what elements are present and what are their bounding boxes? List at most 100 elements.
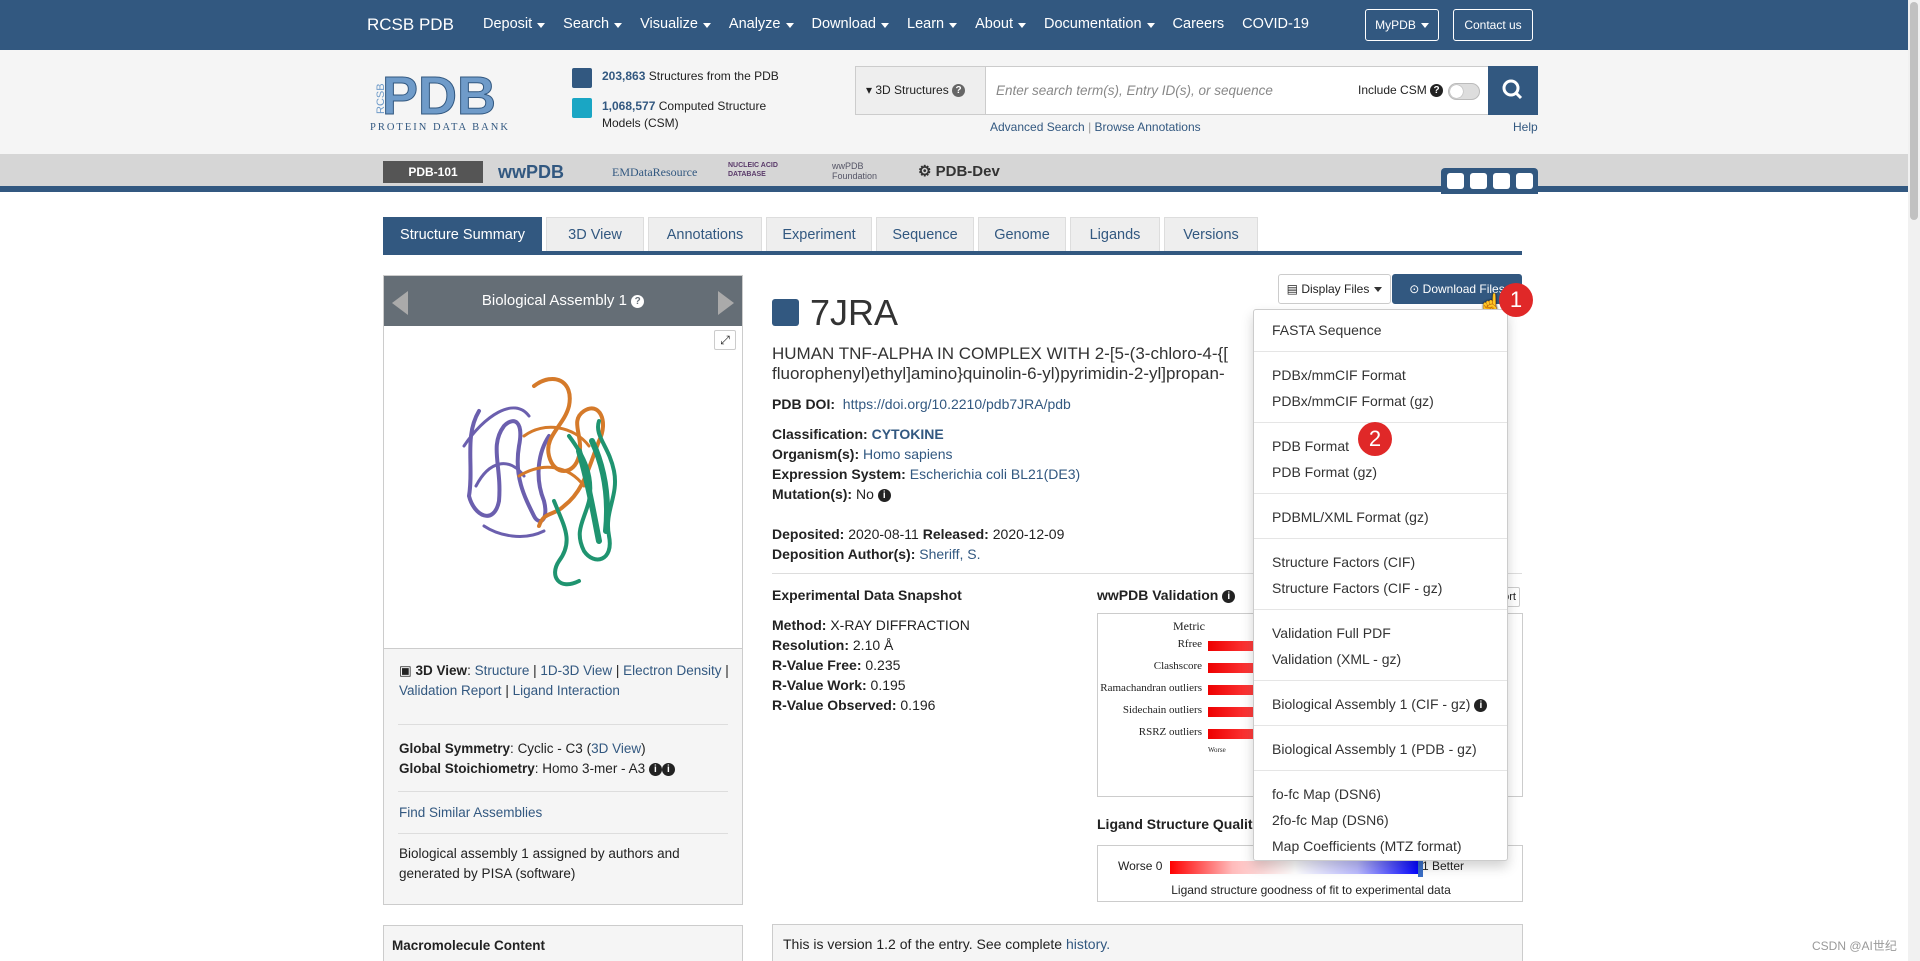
electron-density-link[interactable]: Electron Density [623, 663, 721, 678]
molecule-viewer[interactable]: ⤢ [384, 326, 742, 649]
youtube-icon[interactable] [1493, 173, 1510, 189]
prev-arrow-icon[interactable] [392, 291, 408, 315]
download-files-menu: FASTA Sequence PDBx/mmCIF Format PDBx/mmCI… [1253, 309, 1508, 861]
tab-sequence[interactable]: Sequence [876, 217, 974, 251]
menu-item-pdbml-xml-format-gz[interactable]: PDBML/XML Format (gz) [1272, 509, 1429, 525]
symmetry-3d-view-link[interactable]: 3D View [591, 741, 641, 756]
nav-search[interactable]: Search [563, 16, 609, 32]
menu-item-validation-full-pdf[interactable]: Validation Full PDF [1272, 625, 1391, 641]
menu-item-biological-assembly-1-cif-gz[interactable]: Biological Assembly 1 (CIF - gz) i [1272, 696, 1488, 712]
search-icon [1502, 79, 1523, 100]
pdb-dev-logo[interactable]: ⚙ PDB-Dev [918, 161, 1000, 183]
classification-line: Classification: CYTOKINE [772, 426, 944, 442]
caret-down-icon [785, 23, 794, 28]
caret-down-icon [1018, 23, 1026, 28]
expression-link[interactable]: Escherichia coli BL21(DE3) [910, 466, 1080, 482]
brand-link[interactable]: RCSB PDB [367, 15, 454, 35]
nav-download[interactable]: Download [812, 16, 877, 32]
help-icon[interactable]: ? [1430, 84, 1444, 98]
assembly-header: Biological Assembly 1 ? [384, 276, 742, 326]
menu-item-fasta-sequence[interactable]: FASTA Sequence [1272, 322, 1381, 338]
tab-structure-summary[interactable]: Structure Summary [383, 217, 542, 251]
search-type-dropdown[interactable]: ▾ 3D Structures ? [856, 67, 986, 114]
structure-link[interactable]: Structure [475, 663, 530, 678]
search-button[interactable] [1488, 66, 1538, 115]
help-icon[interactable]: ? [952, 84, 966, 98]
menu-item-structure-factors-cif[interactable]: Structure Factors (CIF) [1272, 554, 1415, 570]
nav-careers[interactable]: Careers [1173, 16, 1225, 32]
menu-item-2fo-fc-map-dsn6[interactable]: 2fo-fc Map (DSN6) [1272, 812, 1389, 828]
metric-bar [1208, 641, 1258, 651]
menu-item-validation-xml-gz[interactable]: Validation (XML - gz) [1272, 651, 1401, 667]
scrollbar-thumb[interactable] [1910, 2, 1918, 220]
contact-button[interactable]: Contact us [1453, 9, 1533, 41]
nav-about[interactable]: About [975, 16, 1013, 32]
menu-item-pdb-format-gz[interactable]: PDB Format (gz) [1272, 464, 1377, 480]
tab-experiment[interactable]: Experiment [766, 217, 872, 251]
classification-link[interactable]: CYTOKINE [872, 426, 944, 442]
tab-3d-view[interactable]: 3D View [546, 217, 644, 251]
display-files-button[interactable]: ▤ Display Files [1278, 274, 1391, 304]
advanced-search-link[interactable]: Advanced Search [990, 120, 1085, 134]
rcsb-pdb-logo[interactable]: RCSB PDB PROTEIN DATA BANK [368, 66, 558, 168]
browse-annotations-link[interactable]: Browse Annotations [1095, 120, 1201, 134]
worse-label: Worse [1208, 746, 1226, 754]
wwpdb-foundation-logo[interactable]: wwPDB Foundation [832, 161, 902, 183]
info-icon[interactable]: i [661, 762, 675, 776]
organism-link[interactable]: Homo sapiens [863, 446, 953, 462]
social-links [1441, 168, 1538, 194]
author-link[interactable]: Sheriff, S. [919, 546, 980, 562]
structures-count[interactable]: 203,863 [602, 69, 645, 83]
tab-versions[interactable]: Versions [1164, 217, 1258, 251]
tab-ligands[interactable]: Ligands [1070, 217, 1160, 251]
history-link[interactable]: history. [1066, 936, 1110, 952]
info-icon[interactable]: i [1474, 698, 1488, 712]
tab-annotations[interactable]: Annotations [648, 217, 762, 251]
github-icon[interactable] [1516, 173, 1533, 189]
include-csm-toggle[interactable] [1448, 83, 1480, 100]
validation-report-link[interactable]: Validation Report [399, 683, 502, 698]
doi-link[interactable]: https://doi.org/10.2210/pdb7JRA/pdb [843, 396, 1071, 412]
help-link[interactable]: Help [1513, 120, 1538, 134]
global-stoichiometry: Global Stoichiometry: Homo 3-mer - A3 ii [399, 759, 675, 779]
nav-covid-19[interactable]: COVID-19 [1242, 16, 1309, 32]
search-input[interactable]: Enter search term(s), Entry ID(s), or se… [996, 67, 1273, 114]
scrollbar[interactable] [1908, 0, 1920, 961]
1d-3d-view-link[interactable]: 1D-3D View [540, 663, 612, 678]
nav-analyze[interactable]: Analyze [729, 16, 781, 32]
menu-item-biological-assembly-1-pdb-gz[interactable]: Biological Assembly 1 (PDB - gz) [1272, 741, 1477, 757]
help-icon[interactable]: ? [631, 294, 645, 308]
nav-deposit[interactable]: Deposit [483, 16, 532, 32]
menu-item-pdb-format[interactable]: PDB Format [1272, 438, 1349, 454]
menu-item-structure-factors-cif-gz[interactable]: Structure Factors (CIF - gz) [1272, 580, 1442, 596]
ligand-interaction-link[interactable]: Ligand Interaction [513, 683, 620, 698]
wwpdb-logo[interactable]: wwPDB [498, 161, 564, 183]
nav-learn[interactable]: Learn [907, 16, 944, 32]
step-badge-1: 1 [1499, 283, 1533, 317]
facebook-icon[interactable] [1447, 173, 1464, 189]
pdb-id: 7JRA [810, 292, 899, 333]
expand-icon[interactable]: ⤢ [714, 330, 736, 350]
pdb101-logo[interactable]: PDB-101 [383, 161, 483, 183]
menu-item-pdbx-mmcif-format-gz[interactable]: PDBx/mmCIF Format (gz) [1272, 393, 1434, 409]
twitter-icon[interactable] [1470, 173, 1487, 189]
file-icon: ▤ [1286, 282, 1298, 296]
tab-genome[interactable]: Genome [978, 217, 1066, 251]
next-arrow-icon[interactable] [718, 291, 734, 315]
menu-item-pdbx-mmcif-format[interactable]: PDBx/mmCIF Format [1272, 367, 1406, 383]
info-icon[interactable]: i [648, 762, 662, 776]
nucleic-acid-database-logo[interactable]: NUCLEIC ACID DATABASE [728, 161, 816, 183]
menu-item-map-coefficients-mtz-format[interactable]: Map Coefficients (MTZ format) [1272, 838, 1462, 854]
menu-divider [1254, 770, 1507, 771]
emdataresource-logo[interactable]: EMDataResource [612, 161, 697, 183]
find-similar-assemblies-link[interactable]: Find Similar Assemblies [399, 803, 542, 823]
info-icon[interactable]: i [877, 488, 891, 502]
nav-visualize[interactable]: Visualize [640, 16, 698, 32]
validation-title: wwPDB Validation i [1097, 585, 1236, 605]
menu-item-fo-fc-map-dsn6[interactable]: fo-fc Map (DSN6) [1272, 786, 1381, 802]
global-symmetry: Global Symmetry: Cyclic - C3 (3D View) [399, 741, 646, 756]
csm-count[interactable]: 1,068,577 [602, 99, 655, 113]
mypdb-button[interactable]: MyPDB [1365, 9, 1439, 41]
info-icon[interactable]: i [1222, 589, 1236, 603]
nav-documentation[interactable]: Documentation [1044, 16, 1142, 32]
